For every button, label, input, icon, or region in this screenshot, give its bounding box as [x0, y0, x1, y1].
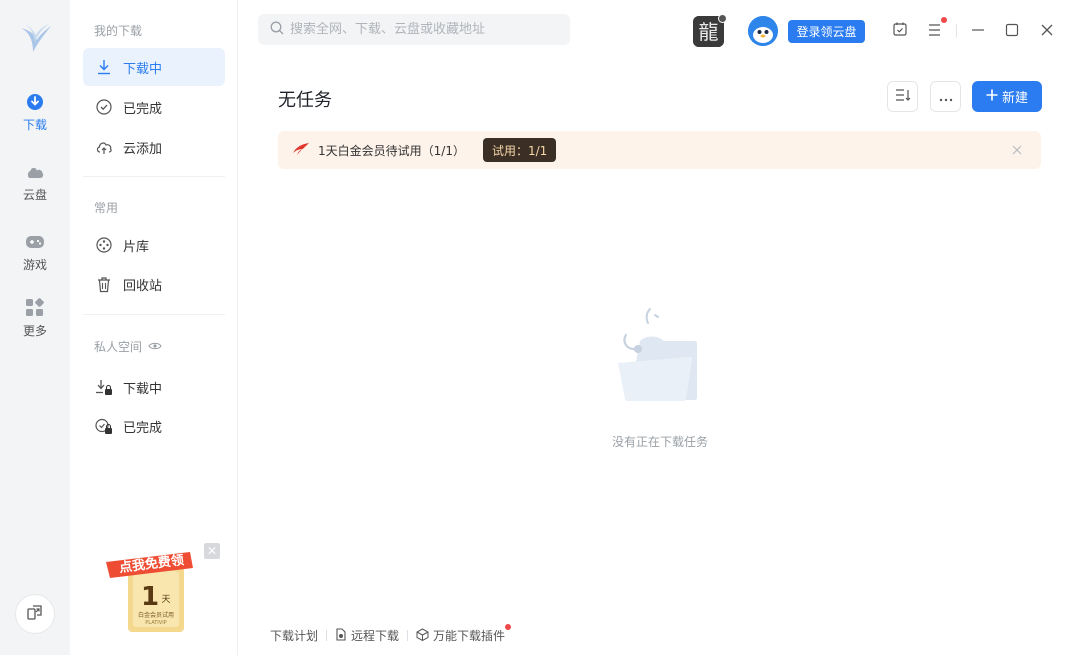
close-icon: [1040, 22, 1054, 41]
sidebar-item-label: 已完成: [123, 420, 163, 436]
film-reel-icon: [95, 236, 113, 254]
download-plan-link[interactable]: 下载计划: [270, 627, 318, 644]
sidebar-item-library[interactable]: 片库: [83, 226, 225, 264]
rail-label-download: 下载: [22, 118, 47, 132]
grid-icon: [25, 298, 45, 318]
new-task-label: 新建: [1001, 91, 1028, 106]
sidebar-item-label: 云添加: [123, 141, 163, 157]
promo-brand: PLATIVIP: [145, 620, 166, 626]
sidebar-item-recycle[interactable]: 回收站: [83, 265, 225, 303]
check-circle-icon: [95, 98, 113, 116]
new-task-button[interactable]: 新建: [972, 81, 1042, 112]
titlebar-divider: [956, 24, 957, 38]
download-arrow-icon: [95, 58, 113, 76]
empty-folder-illustration: [612, 305, 702, 405]
vip-trial-banner[interactable]: 1天白金会员待试用（1/1） 试用：1/1: [278, 131, 1041, 169]
plugin-notify-dot: [505, 624, 512, 630]
download-plugin-label: 万能下载插件: [433, 629, 506, 643]
sidebar-item-completed[interactable]: 已完成: [83, 88, 225, 126]
rail-label-cloud: 云盘: [22, 188, 47, 202]
sidebar-item-label: 已完成: [123, 101, 163, 117]
sidebar-divider: [83, 314, 225, 315]
switch-mode-button[interactable]: [15, 594, 55, 634]
section-title-private-label: 私人空间: [94, 340, 143, 354]
close-window-button[interactable]: [1036, 20, 1058, 42]
trial-badge[interactable]: 试用：1/1: [482, 138, 557, 162]
rail-label-more: 更多: [22, 324, 47, 338]
rail-item-download[interactable]: 下载: [0, 92, 70, 148]
rail-item-more[interactable]: 更多: [0, 298, 70, 354]
user-avatar[interactable]: [748, 16, 778, 46]
eye-icon[interactable]: [148, 340, 162, 354]
maximize-button[interactable]: [1001, 20, 1023, 42]
minimize-button[interactable]: [967, 20, 989, 42]
rail-label-game: 游戏: [22, 258, 47, 272]
trash-icon: [95, 275, 113, 293]
rail-item-game[interactable]: 游戏: [0, 232, 70, 288]
rail-item-cloud[interactable]: 云盘: [0, 162, 70, 218]
sidebar-item-label: 下载中: [123, 61, 163, 77]
section-title-common: 常用: [94, 201, 119, 215]
download-icon: [25, 92, 45, 112]
locked-download-icon: [95, 378, 113, 396]
sidebar-divider: [83, 176, 225, 177]
remote-download-icon: [335, 627, 347, 644]
promo-unit: 天: [161, 595, 170, 605]
footer-divider: [326, 630, 328, 641]
window-switch-icon: [26, 603, 44, 625]
menu-notify-dot: [941, 17, 947, 23]
cloud-icon: [25, 162, 45, 182]
locked-check-icon: [95, 417, 113, 435]
main-menu-button[interactable]: [924, 20, 946, 42]
left-rail: 下载 云盘 游戏 更多: [0, 0, 70, 655]
minimize-icon: [971, 22, 985, 41]
vip-trial-promo[interactable]: 点我免费领 1 天 白金会员试用 PLATIVIP: [100, 540, 200, 640]
section-title-private: 私人空间: [94, 338, 162, 355]
sidebar-item-label: 片库: [123, 239, 150, 255]
sidebar-item-private-completed[interactable]: 已完成: [83, 407, 225, 445]
sidebar-item-private-downloading[interactable]: 下载中: [83, 368, 225, 406]
app-logo: [15, 18, 55, 58]
ellipsis-icon: [939, 87, 953, 106]
promo-number: 1: [141, 582, 159, 612]
search-bar[interactable]: [258, 14, 570, 45]
banner-close-button[interactable]: [1009, 142, 1025, 158]
empty-state-text: 没有正在下载任务: [611, 435, 708, 449]
close-icon: ✕: [206, 544, 218, 558]
sidebar-item-label: 回收站: [123, 278, 163, 294]
sidebar-item-downloading[interactable]: 下载中: [83, 48, 225, 86]
banner-text: 1天白金会员待试用（1/1）: [318, 143, 465, 158]
sort-button[interactable]: [887, 81, 918, 112]
download-plugin-link[interactable]: 万能下载插件: [416, 624, 512, 644]
bottom-toolbar: 下载计划 远程下载 万能下载插件: [270, 624, 512, 644]
section-title-my-downloads: 我的下载: [94, 24, 143, 38]
footer-divider: [407, 630, 409, 641]
plus-icon: [986, 89, 998, 105]
remote-download-link[interactable]: 远程下载: [335, 627, 399, 644]
remote-download-label: 远程下载: [351, 629, 400, 643]
promo-close-button[interactable]: ✕: [204, 543, 220, 559]
maximize-icon: [1005, 22, 1019, 41]
close-icon: [1012, 145, 1022, 155]
cube-icon: [416, 627, 429, 644]
calendar-check-icon: [892, 21, 908, 41]
calendar-button[interactable]: [889, 20, 911, 42]
search-icon: [270, 20, 284, 39]
cloud-upload-icon: [95, 138, 113, 156]
search-input[interactable]: [290, 22, 560, 37]
gamepad-icon: [25, 232, 45, 252]
sidebar-item-cloud-add[interactable]: 云添加: [83, 128, 225, 166]
page-title: 无任务: [278, 90, 332, 111]
game-badge: [718, 14, 727, 23]
menu-icon: [927, 22, 943, 41]
login-button[interactable]: 登录领云盘: [788, 20, 865, 43]
more-options-button[interactable]: [930, 81, 961, 112]
download-plan-label: 下载计划: [270, 629, 319, 643]
sort-icon: [895, 87, 911, 106]
promo-sub: 白金会员试用: [138, 611, 174, 619]
sidebar-item-label: 下载中: [123, 381, 163, 397]
vip-wing-icon: [292, 141, 310, 160]
game-avatar-glyph: 龍: [699, 20, 719, 44]
